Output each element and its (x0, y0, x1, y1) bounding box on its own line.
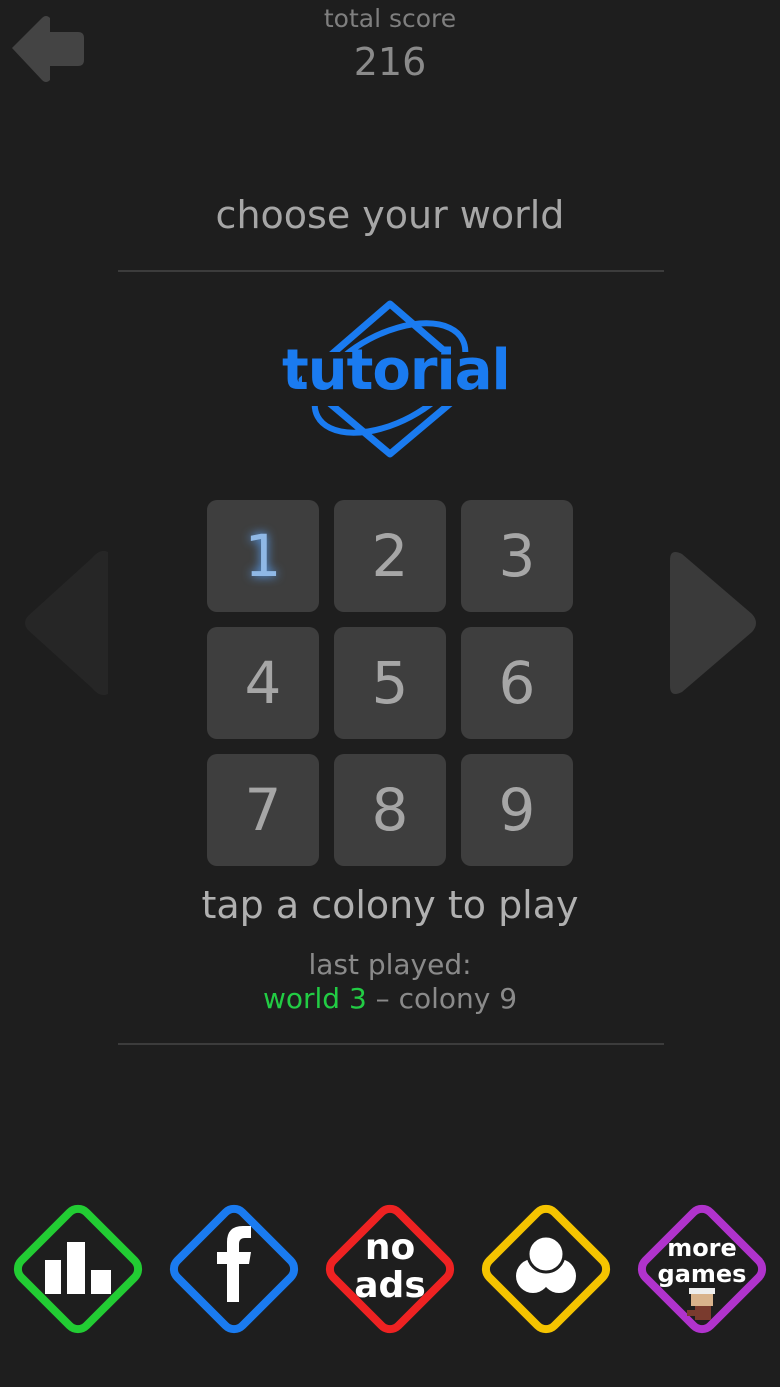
users-icon (516, 1234, 576, 1293)
no-ads-label-line1: no (364, 1227, 416, 1268)
bar-chart-icon (45, 1242, 111, 1294)
last-played-value: world 3 – colony 9 (0, 982, 780, 1015)
total-score-label: total score (323, 4, 457, 33)
colony-4-button[interactable]: 4 (207, 627, 319, 739)
divider-bottom (118, 1043, 664, 1045)
previous-world-button[interactable] (20, 548, 110, 698)
divider-top (118, 270, 664, 272)
no-ads-label-line2: ads (354, 1265, 426, 1306)
more-games-button[interactable]: more games (625, 1192, 779, 1346)
colony-1-button[interactable]: 1 (207, 500, 319, 612)
facebook-button[interactable] (157, 1192, 311, 1346)
triangle-left-icon (25, 550, 108, 696)
instruction-text: tap a colony to play (201, 883, 579, 927)
triangle-right-icon (670, 552, 756, 694)
page-title: choose your world (215, 193, 565, 237)
last-played-separator: – (366, 982, 399, 1015)
colony-7-button[interactable]: 7 (207, 754, 319, 866)
no-ads-button[interactable]: no ads (313, 1192, 467, 1346)
tutorial-label: tutorial (282, 338, 511, 403)
next-world-button[interactable] (668, 548, 760, 698)
total-score-value: 216 (353, 40, 427, 84)
character-icon (687, 1288, 715, 1320)
last-played-world: world 3 (262, 982, 367, 1015)
colony-9-button[interactable]: 9 (461, 754, 573, 866)
colony-8-button[interactable]: 8 (334, 754, 446, 866)
leaderboard-button[interactable] (1, 1192, 155, 1346)
colony-5-button[interactable]: 5 (334, 627, 446, 739)
colony-6-button[interactable]: 6 (461, 627, 573, 739)
colony-2-button[interactable]: 2 (334, 500, 446, 612)
colony-grid: 1 2 3 4 5 6 7 8 9 (207, 500, 573, 866)
last-played-label: last played: (308, 948, 472, 981)
colony-3-button[interactable]: 3 (461, 500, 573, 612)
facebook-icon (217, 1226, 251, 1302)
last-played-colony: colony 9 (398, 982, 518, 1015)
achievements-button[interactable] (469, 1192, 623, 1346)
